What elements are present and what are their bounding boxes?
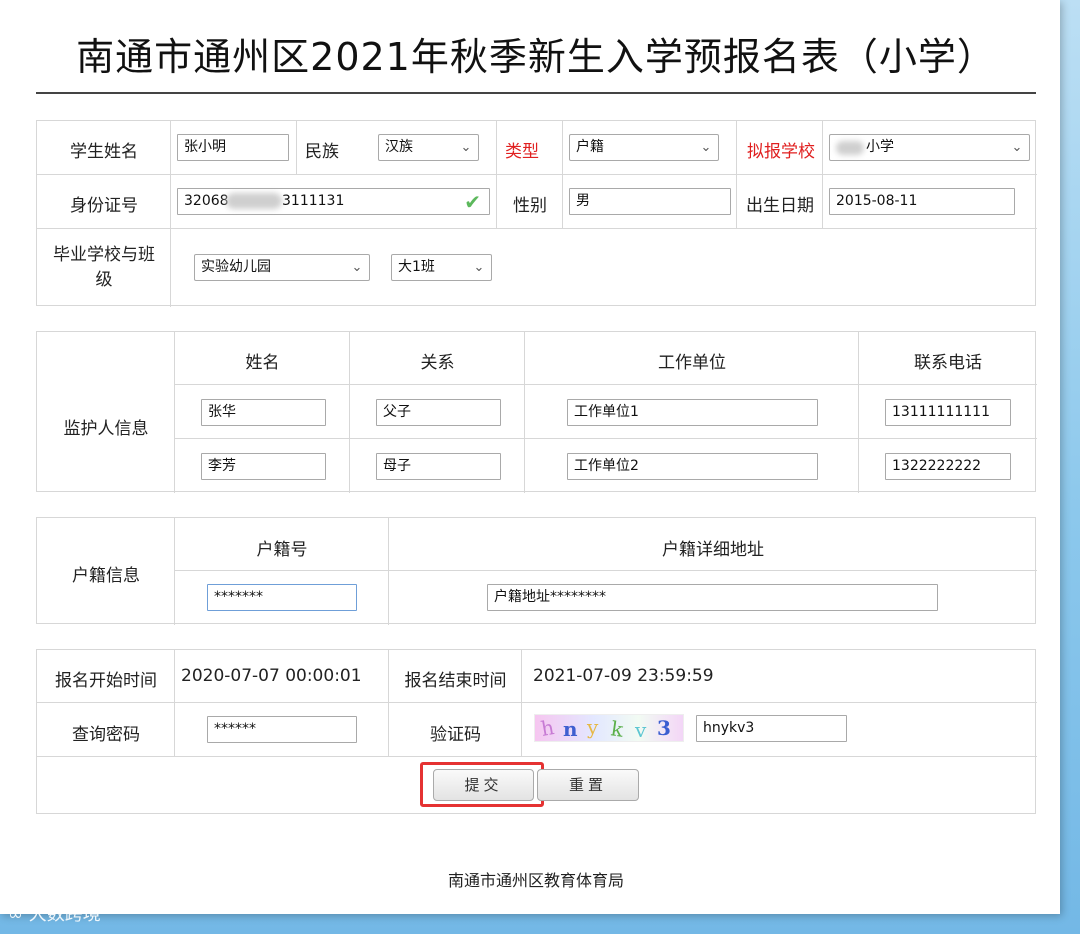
redacted-blur: [836, 141, 864, 155]
chevron-down-icon: ⌄: [700, 140, 712, 155]
ethnicity-select[interactable]: 汉族 ⌄: [378, 134, 479, 161]
captcha-char: n: [563, 717, 578, 741]
chevron-down-icon: ⌄: [460, 140, 472, 155]
student-name-input[interactable]: 张小明: [177, 134, 289, 161]
captcha-label: 验证码: [430, 725, 481, 745]
title-divider: [36, 92, 1036, 94]
id-number-prefix: 32068: [184, 193, 229, 209]
student-name-label: 学生姓名: [70, 142, 138, 162]
guardian-header-workplace: 工作单位: [658, 353, 726, 373]
end-time-value: 2021-07-09 23:59:59: [533, 666, 714, 686]
chevron-down-icon: ⌄: [351, 260, 363, 275]
checkmark-icon: ✔: [464, 190, 481, 214]
hukou-number-input[interactable]: *******: [207, 584, 357, 611]
captcha-char: 3: [657, 716, 671, 740]
birth-date-label: 出生日期: [746, 196, 814, 216]
captcha-image[interactable]: h n y k v 3: [534, 714, 684, 742]
form-sheet: 南通市通州区2021年秋季新生入学预报名表（小学） 学生姓名 张小明 民族 汉族…: [0, 0, 1060, 914]
guardian-header-name: 姓名: [245, 353, 280, 373]
graduation-class-value: 大1班: [398, 259, 435, 275]
birth-date-input[interactable]: 2015-08-11: [829, 188, 1015, 215]
school-select[interactable]: 小学 ⌄: [829, 134, 1030, 161]
guardian-2-phone-input[interactable]: 1322222222: [885, 453, 1011, 480]
submit-button[interactable]: 提交: [433, 769, 534, 801]
hukou-section-label: 户籍信息: [72, 566, 140, 586]
end-time-label: 报名结束时间: [404, 671, 507, 691]
guardian-1-name-input[interactable]: 张华: [201, 399, 326, 426]
chevron-down-icon: ⌄: [473, 260, 485, 275]
graduation-school-select[interactable]: 实验幼儿园 ⌄: [194, 254, 370, 281]
hukou-address-input[interactable]: 户籍地址********: [487, 584, 938, 611]
captcha-char: h: [539, 715, 556, 741]
ethnicity-label: 民族: [305, 142, 339, 162]
footer-text: 南通市通州区教育体育局: [447, 871, 624, 890]
registration-section: 报名开始时间 2020-07-07 00:00:01 报名结束时间 2021-0…: [36, 649, 1037, 814]
guardian-header-relation: 关系: [420, 353, 455, 373]
guardian-1-relation-input[interactable]: 父子: [376, 399, 501, 426]
gender-input[interactable]: 男: [569, 188, 731, 215]
graduation-school-label: 毕业学校与班级: [53, 245, 155, 290]
watermark-text: 大数跨境: [28, 904, 101, 925]
guardian-1-phone-input[interactable]: 13111111111: [885, 399, 1011, 426]
captcha-char: k: [609, 716, 625, 742]
captcha-input[interactable]: hnykv3: [696, 715, 847, 742]
hukou-info-section: 户籍信息 户籍号 户籍详细地址 ******* 户籍地址********: [36, 517, 1037, 625]
student-info-section: 学生姓名 张小明 民族 汉族 ⌄ 类型 户籍 ⌄ 拟报学校 小学 ⌄ 身份证号 …: [36, 120, 1037, 307]
chevron-down-icon: ⌄: [1011, 140, 1023, 155]
redacted-blur: [226, 193, 282, 209]
captcha-char: v: [635, 718, 647, 742]
guardian-info-section: 监护人信息 姓名 关系 工作单位 联系电话 张华 父子 工作单位1 131111…: [36, 331, 1037, 493]
guardian-1-workplace-input[interactable]: 工作单位1: [567, 399, 818, 426]
start-time-label: 报名开始时间: [55, 671, 157, 691]
school-label: 拟报学校: [747, 142, 815, 162]
graduation-school-value: 实验幼儿园: [201, 259, 271, 275]
hukou-number-header: 户籍号: [256, 540, 308, 560]
guardian-section-label: 监护人信息: [63, 419, 149, 439]
gender-label: 性别: [513, 196, 547, 216]
watermark: ∞ 大数跨境: [8, 900, 101, 926]
type-selected-value: 户籍: [576, 139, 604, 155]
guardian-header-phone: 联系电话: [914, 353, 982, 373]
query-password-input[interactable]: ******: [207, 716, 357, 743]
hukou-address-header: 户籍详细地址: [662, 540, 764, 560]
school-selected-value: 小学: [866, 139, 894, 155]
guardian-2-workplace-input[interactable]: 工作单位2: [567, 453, 818, 480]
start-time-value: 2020-07-07 00:00:01: [181, 666, 362, 686]
type-label: 类型: [505, 142, 539, 162]
graduation-class-select[interactable]: 大1班 ⌄: [391, 254, 492, 281]
guardian-2-name-input[interactable]: 李芳: [201, 453, 326, 480]
query-password-label: 查询密码: [72, 725, 140, 745]
id-number-input[interactable]: 32068 3111131 ✔: [177, 188, 490, 215]
id-number-label: 身份证号: [70, 196, 138, 216]
watermark-logo-icon: ∞: [8, 904, 23, 925]
reset-button[interactable]: 重置: [537, 769, 639, 801]
guardian-2-relation-input[interactable]: 母子: [376, 453, 501, 480]
captcha-char: y: [587, 715, 599, 739]
ethnicity-selected-value: 汉族: [385, 139, 413, 155]
id-number-suffix: 3111131: [282, 193, 345, 209]
page-title: 南通市通州区2021年秋季新生入学预报名表（小学）: [76, 35, 996, 79]
label-column: [37, 332, 175, 493]
type-select[interactable]: 户籍 ⌄: [569, 134, 719, 161]
